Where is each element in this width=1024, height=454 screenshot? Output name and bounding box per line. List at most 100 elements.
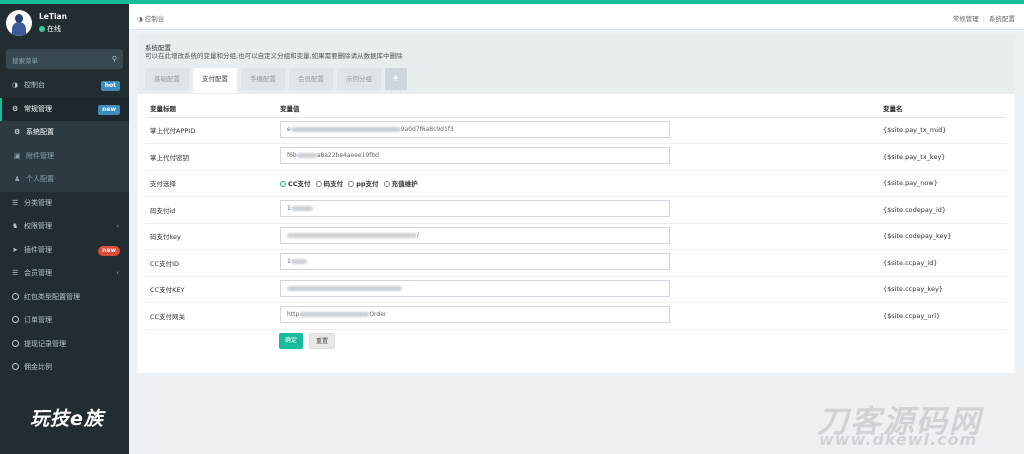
redacted-mask [287,285,402,291]
sidebar-item-label: 会员管理 [24,269,52,277]
breadcrumb-separator: | [982,15,985,23]
group-icon: ♞ [12,222,19,230]
sidebar-item-label: 分类管理 [24,198,52,207]
chevron-left-icon: ‹ [116,222,119,230]
watermark-left: 玩技e族 [30,408,104,430]
sidebar-item-label: 个人配置 [26,175,54,183]
radio-label: CC支付 [288,180,311,189]
sidebar-item-label: 插件管理 [24,245,52,254]
add-tab-button[interactable]: + [385,68,407,90]
breadcrumb-home[interactable]: ◑ 控制台 [137,13,164,23]
table-row: 掌上代付密钥 f6b a8a22be4aeee19fbd {$site.pay_t… [145,143,1007,171]
search-icon[interactable]: ⚲ [112,55,117,63]
radio-label: 码支付 [323,180,344,189]
ccpay-id-field[interactable]: 1 [280,253,670,271]
sidebar-item-commission[interactable]: 佣金比例 [0,356,129,380]
field-value-tail: a8a22be4aeee19fbd [316,152,379,160]
ccpay-url-field[interactable]: http Order [280,306,670,324]
field-value-tail: 9a0d7f6a8c9d1f3 [400,125,454,133]
radio-code-pay[interactable] [315,181,322,188]
reset-button[interactable]: 重置 [309,333,336,349]
list-icon: ☰ [12,269,19,277]
radio-maintenance[interactable] [383,181,390,188]
table-row: CC支付网关 http Order {$site.ccpay_url} [145,302,1007,330]
pay-tx-mid-field[interactable]: e 9a0d7f6a8c9d1f3 [280,120,670,138]
dashboard-icon: ◑ [12,81,19,89]
sidebar-item-dashboard[interactable]: ◑ 控制台 hot [0,74,129,98]
tab-member[interactable]: 会员配置 [289,68,333,90]
sidebar-item-general[interactable]: ⚙ 常规管理 new [0,97,129,121]
column-header-name: 变量名 [878,99,1007,118]
redacted-mask [287,232,417,238]
submit-button[interactable]: 确定 [279,333,304,349]
breadcrumb: 常规管理 | 系统配置 [953,13,1015,23]
avatar-body-shape [12,22,26,36]
circle-icon [12,363,19,370]
row-variable-name: {$site.ccpay_id} [878,249,1007,277]
field-value-tail: Order [369,311,387,319]
row-variable-name: {$site.codepay_id} [878,196,1007,224]
sidebar-item-label: 常规管理 [24,104,52,113]
sidebar: LeTian 在线 搜索菜单 ⚲ ◑ 控制台 hot ⚙ 常规管理 new ⚙ 系统配… [0,4,129,454]
tab-basic[interactable]: 基础配置 [145,68,189,90]
sidebar-item-label: 控制台 [24,81,45,89]
sidebar-item-attachments[interactable]: ▣ 附件管理 [0,145,129,169]
circle-icon [12,316,19,323]
field-value: f6b [287,152,297,160]
online-dot-icon [39,26,45,32]
redacted-mask [290,259,307,265]
sidebar-item-label: 提现记录管理 [24,339,66,348]
search-input[interactable]: 搜索菜单 [12,55,38,65]
breadcrumb-item[interactable]: 系统配置 [989,15,1015,23]
sidebar-nav: ◑ 控制台 hot ⚙ 常规管理 new ⚙ 系统配置 ▣ 附件管理 ♟ 个人配置 ☰ 分类… [0,74,129,380]
row-title: 掌上代付密钥 [145,143,275,171]
panel-description: 可以在此增改系统的变量和分组,也可以自定义分组和变量,如果需要删除请从数据库中删… [145,52,403,60]
avatar[interactable] [6,10,32,36]
codepay-key-field[interactable]: / [280,226,670,244]
sidebar-item-withdraw[interactable]: 提现记录管理 [0,333,129,357]
circle-icon [12,339,19,347]
sidebar-item-redpacket[interactable]: 红包类型配置管理 [0,286,129,310]
table-row: CC支付KEY {$site.ccpay_key} [145,276,1007,303]
circle-icon [12,292,19,300]
field-value-tail: / [417,231,420,239]
cogs-icon: ⚙ [12,104,19,113]
sidebar-item-label: 附件管理 [26,151,54,160]
sidebar-item-profile[interactable]: ♟ 个人配置 [0,168,129,192]
menu-search[interactable]: 搜索菜单 ⚲ [6,49,123,69]
sidebar-item-orders[interactable]: 订单管理 [0,309,129,333]
row-variable-name: {$site.pay_tx_key} [878,143,1007,171]
main-content: ◑ 控制台 常规管理 | 系统配置 系统配置 可以在此增改系统的变量和分组,也可以自… [129,4,1024,454]
redacted-mask [290,206,313,212]
dashboard-icon: ◑ [137,15,145,23]
sidebar-item-category[interactable]: ☰ 分类管理 [0,192,129,216]
table-row: 掌上代付APPID e 9a0d7f6a8c9d1f3 {$site.pay_tx… [145,117,1007,144]
tab-payment[interactable]: 支付配置 [193,68,237,93]
codepay-id-field[interactable]: 1 [280,200,670,218]
table-row: CC支付ID 1 {$site.ccpay_id} [145,249,1007,277]
sidebar-item-label: 订单管理 [24,316,52,324]
row-title: CC支付KEY [145,276,275,303]
user-icon: ♟ [14,175,21,183]
pay-now-radio-group: CC支付 码支付 pp支付 充值维护 [275,170,878,197]
ccpay-key-field[interactable] [280,279,670,297]
redacted-mask [290,126,401,132]
tab-mobile[interactable]: 手機配置 [241,68,285,90]
row-title: 码支付id [145,196,275,224]
tab-example[interactable]: 示例分组 [337,68,381,90]
sidebar-item-members[interactable]: ☰ 会员管理 ‹ [0,262,129,286]
sidebar-item-auth[interactable]: ♞ 权限管理 ‹ [0,215,129,239]
user-status: 在线 [39,24,61,34]
row-title: 掌上代付APPID [145,117,275,144]
radio-cc-pay[interactable] [280,181,286,188]
pay-tx-key-field[interactable]: f6b a8a22be4aeee19fbd [280,147,670,165]
new-badge: new [98,104,120,115]
gear-icon: ⚙ [14,128,21,136]
sidebar-submenu-general: ⚙ 系统配置 ▣ 附件管理 ♟ 个人配置 [0,121,129,192]
radio-pp-pay[interactable] [348,181,355,188]
sidebar-item-addons[interactable]: ➤ 插件管理 new [0,239,129,263]
sidebar-item-label: 系统配置 [26,128,54,136]
breadcrumb-item[interactable]: 常规管理 [953,15,979,23]
sidebar-item-system-config[interactable]: ⚙ 系统配置 [0,121,129,145]
redacted-mask [299,312,370,318]
